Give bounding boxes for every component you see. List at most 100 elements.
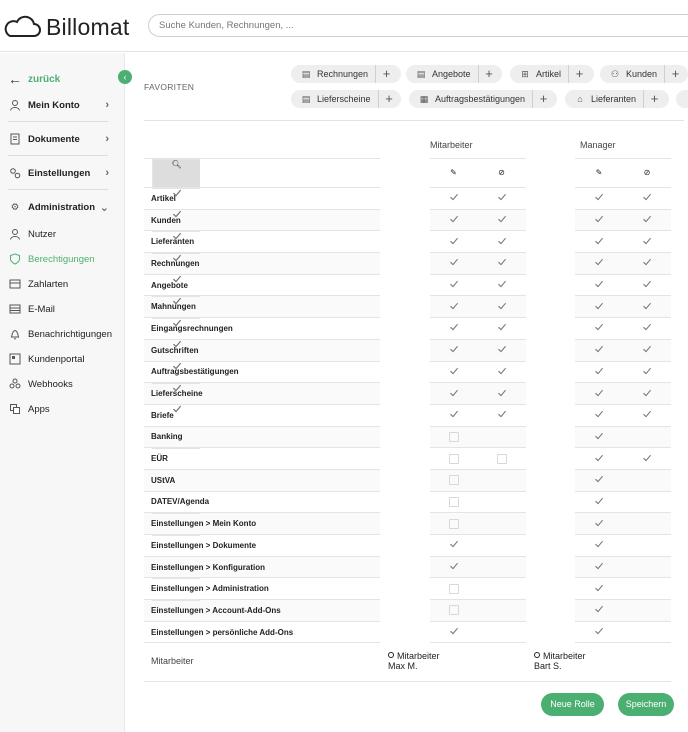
permission-checkbox-checked[interactable] (623, 447, 671, 470)
permission-checkbox-checked[interactable] (575, 361, 623, 384)
permission-checkbox-checked[interactable] (575, 556, 623, 579)
permission-checkbox-checked[interactable] (152, 339, 200, 348)
employee-entry[interactable]: Mitarbeiter Bart S. (534, 651, 586, 671)
permission-checkbox-checked[interactable] (152, 209, 200, 218)
permission-checkbox-checked[interactable] (429, 361, 478, 384)
favorite-chip-artikel[interactable]: ⊞ Artikel + (510, 65, 594, 83)
favorite-chip-lieferanten[interactable]: ⌂ Lieferanten + (565, 90, 669, 108)
permission-checkbox-checked[interactable] (477, 339, 526, 362)
permission-checkbox-unchecked[interactable] (429, 447, 478, 470)
sidebar-item-berechtigungen[interactable]: Berechtigungen (8, 252, 113, 266)
permission-checkbox-checked[interactable] (575, 209, 623, 232)
plus-icon[interactable]: + (568, 65, 590, 83)
permission-checkbox-checked[interactable] (477, 209, 526, 232)
favorite-chip-kunden[interactable]: ⚇ Kunden + (600, 65, 688, 83)
permission-checkbox-checked[interactable] (623, 187, 671, 210)
sidebar-item-benachrichtigungen[interactable]: Benachrichtigungen (8, 327, 113, 341)
permission-checkbox-checked[interactable] (623, 274, 671, 297)
permission-checkbox-checked[interactable] (575, 469, 623, 492)
permission-checkbox-checked[interactable] (575, 317, 623, 340)
permission-checkbox-checked[interactable] (623, 382, 671, 405)
permission-checkbox-checked[interactable] (477, 382, 526, 405)
sidebar-item-dokumente[interactable]: Dokumente › (8, 132, 113, 146)
permission-checkbox-checked[interactable] (575, 534, 623, 557)
permission-checkbox-checked[interactable] (477, 230, 526, 254)
permission-checkbox-checked[interactable] (623, 252, 671, 275)
permission-checkbox-checked[interactable] (575, 512, 623, 535)
permission-checkbox-checked[interactable] (623, 230, 671, 254)
permission-checkbox-checked[interactable] (477, 252, 526, 275)
permission-checkbox-checked[interactable] (429, 556, 478, 579)
plus-icon[interactable]: + (375, 65, 397, 83)
sidebar-item-kundenportal[interactable]: Kundenportal (8, 352, 113, 366)
new-role-button[interactable]: Neue Rolle (541, 693, 604, 716)
permission-checkbox-checked[interactable] (575, 491, 623, 514)
permission-checkbox-unchecked[interactable] (429, 577, 478, 601)
permission-checkbox-checked[interactable] (429, 621, 478, 644)
plus-icon[interactable]: + (477, 65, 500, 83)
permission-checkbox-checked[interactable] (623, 295, 671, 319)
permission-checkbox-checked[interactable] (429, 252, 478, 275)
permission-checkbox-unchecked[interactable] (429, 426, 478, 449)
permission-checkbox-checked[interactable] (152, 230, 200, 240)
back-link[interactable]: ← zurück (8, 71, 60, 87)
permission-checkbox-checked[interactable] (575, 621, 623, 644)
permission-checkbox-unchecked[interactable] (429, 491, 478, 514)
radio-icon[interactable] (534, 652, 540, 658)
plus-icon[interactable]: + (643, 90, 665, 108)
permission-checkbox-checked[interactable] (152, 252, 200, 261)
permission-checkbox-checked[interactable] (575, 426, 623, 449)
permission-checkbox-checked[interactable] (623, 317, 671, 340)
permission-checkbox-checked[interactable] (623, 209, 671, 232)
save-button[interactable]: Speichern (618, 693, 674, 716)
plus-icon[interactable]: + (377, 90, 400, 108)
plus-icon[interactable]: + (664, 65, 686, 83)
permission-checkbox-checked[interactable] (477, 404, 526, 427)
permission-checkbox-checked[interactable] (575, 577, 623, 601)
sidebar-item-nutzer[interactable]: Nutzer (8, 227, 113, 241)
favorite-chip-rechnungen[interactable]: ▤ Rechnungen + (291, 65, 401, 83)
permission-checkbox-checked[interactable] (152, 404, 200, 413)
employee-entry[interactable]: Mitarbeiter Max M. (388, 651, 440, 671)
sidebar-item-webhooks[interactable]: Webhooks (8, 377, 113, 391)
sidebar-item-mein-konto[interactable]: Mein Konto › (8, 98, 113, 112)
permission-checkbox-checked[interactable] (575, 447, 623, 470)
permission-checkbox-checked[interactable] (152, 274, 200, 283)
permission-checkbox-checked[interactable] (623, 404, 671, 427)
permission-checkbox-checked[interactable] (429, 295, 478, 319)
sidebar-item-zahlarten[interactable]: Zahlarten (8, 277, 113, 291)
favorite-chip-angebote[interactable]: ▤ Angebote + (406, 65, 502, 83)
sidebar-item-email[interactable]: E-Mail (8, 302, 113, 316)
permission-checkbox-checked[interactable] (575, 382, 623, 405)
permission-checkbox-checked[interactable] (575, 187, 623, 210)
permission-checkbox-checked[interactable] (152, 361, 200, 370)
radio-icon[interactable] (388, 652, 394, 658)
permission-checkbox-unchecked[interactable] (429, 512, 478, 535)
favorite-chip-lieferscheine[interactable]: ▤ Lieferscheine + (291, 90, 401, 108)
permission-checkbox-checked[interactable] (429, 339, 478, 362)
permission-checkbox-checked[interactable] (575, 274, 623, 297)
permission-checkbox-checked[interactable] (152, 317, 200, 327)
permission-checkbox-checked[interactable] (429, 230, 478, 254)
permission-checkbox-unchecked[interactable] (429, 469, 478, 492)
permission-checkbox-checked[interactable] (429, 382, 478, 405)
permission-checkbox-checked[interactable] (152, 187, 200, 196)
permission-checkbox-checked[interactable] (575, 599, 623, 622)
plus-icon[interactable]: + (532, 90, 554, 108)
permission-checkbox-checked[interactable] (477, 187, 526, 210)
permission-checkbox-checked[interactable] (429, 274, 478, 297)
permission-checkbox-checked[interactable] (575, 295, 623, 319)
permission-checkbox-checked[interactable] (575, 404, 623, 427)
permission-checkbox-unchecked[interactable] (477, 447, 526, 470)
permission-checkbox-checked[interactable] (575, 230, 623, 254)
permission-checkbox-checked[interactable] (429, 209, 478, 232)
permission-checkbox-checked[interactable] (623, 361, 671, 384)
favorite-chip-more[interactable] (676, 90, 688, 108)
permission-checkbox-unchecked[interactable] (429, 599, 478, 622)
permission-checkbox-checked[interactable] (429, 187, 478, 210)
logo[interactable]: Billomat (2, 12, 132, 42)
permission-checkbox-checked[interactable] (477, 317, 526, 340)
search-input[interactable] (148, 14, 688, 37)
permission-checkbox-checked[interactable] (477, 361, 526, 384)
permission-checkbox-checked[interactable] (429, 404, 478, 427)
